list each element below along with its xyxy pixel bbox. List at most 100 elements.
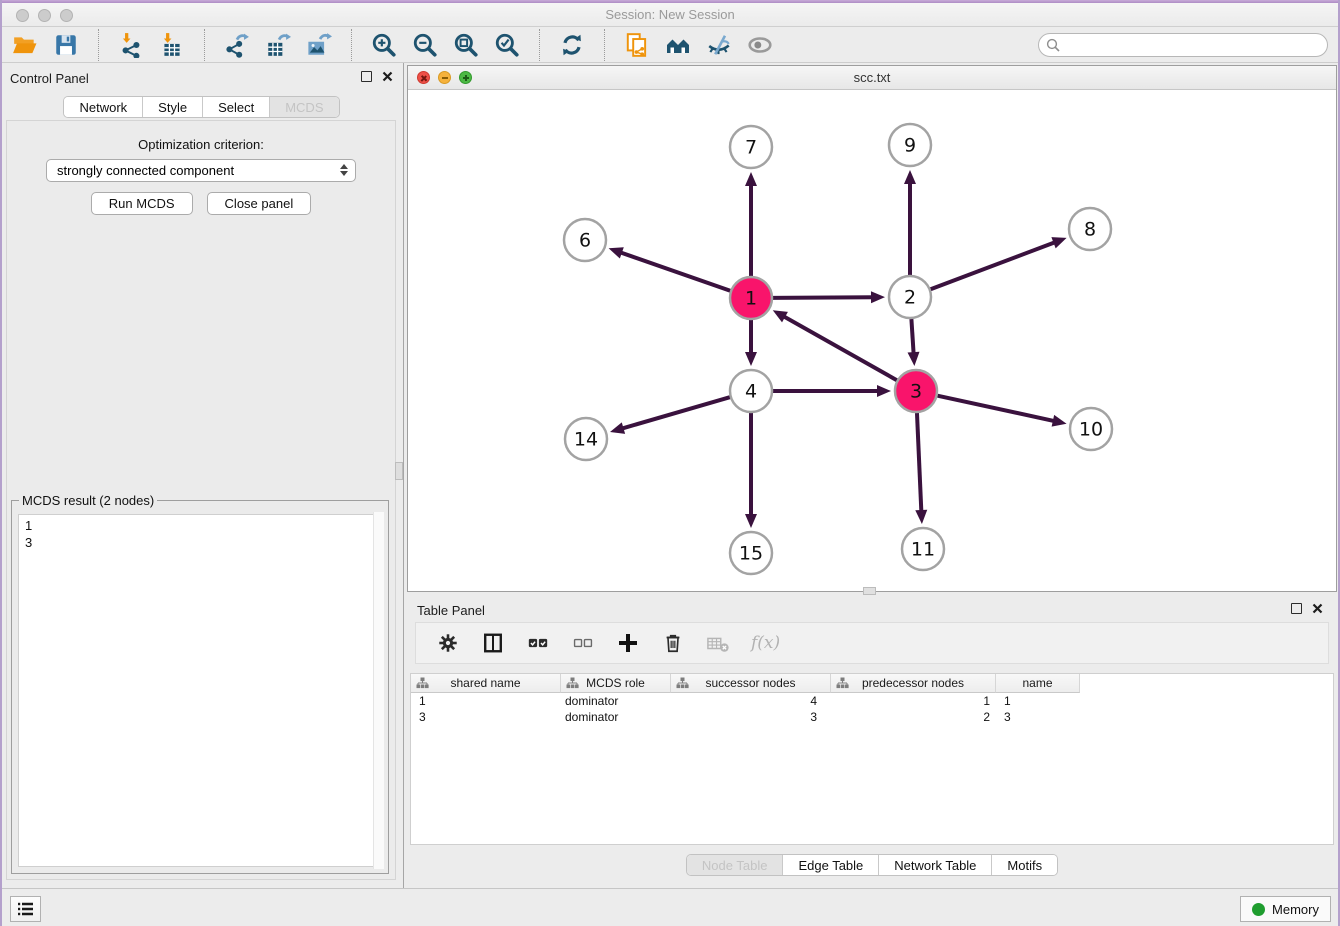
result-scrollbar[interactable]: [373, 512, 384, 869]
network-window-title: scc.txt: [408, 70, 1336, 85]
tab-network[interactable]: Network: [64, 97, 143, 117]
export-image-icon[interactable]: [306, 32, 332, 58]
save-session-icon[interactable]: [53, 32, 79, 58]
column-label: shared name: [450, 676, 520, 690]
toolbar-separator: [604, 29, 605, 61]
graph-edge-1-6[interactable]: [620, 252, 730, 291]
graph-edge-2-3[interactable]: [911, 319, 913, 354]
run-mcds-button[interactable]: Run MCDS: [91, 192, 193, 215]
tab-network-table[interactable]: Network Table: [879, 855, 992, 875]
import-table-icon[interactable]: [159, 32, 185, 58]
cell-mcds-role[interactable]: dominator: [561, 693, 671, 709]
add-column-icon[interactable]: [616, 631, 640, 655]
memory-button[interactable]: Memory: [1240, 896, 1331, 922]
graph-edge-arrowhead: [915, 510, 927, 524]
tab-node-table[interactable]: Node Table: [687, 855, 784, 875]
zoom-in-icon[interactable]: [371, 32, 397, 58]
graph-node-label: 7: [745, 137, 757, 159]
graph-edge-3-11[interactable]: [917, 413, 921, 512]
cell-shared-name[interactable]: 3: [411, 709, 561, 725]
cell-mcds-role[interactable]: dominator: [561, 709, 671, 725]
search-container: [1038, 33, 1328, 57]
graph-node-label: 2: [904, 287, 916, 309]
close-panel-icon[interactable]: [382, 71, 393, 82]
graph-edge-1-2[interactable]: [773, 297, 873, 298]
show-graphics-details-icon[interactable]: [747, 32, 773, 58]
close-panel-icon[interactable]: [1312, 603, 1323, 614]
duplicate-network-icon[interactable]: [624, 32, 650, 58]
cell-shared-name[interactable]: 1: [411, 693, 561, 709]
table-panel: Table Panel: [407, 595, 1337, 888]
graph-edge-arrowhead: [871, 291, 885, 303]
vertical-splitter-grip[interactable]: [395, 462, 403, 480]
delete-column-icon[interactable]: [661, 631, 685, 655]
graph-edge-arrowhead: [610, 422, 625, 434]
tab-mcds[interactable]: MCDS: [270, 97, 338, 117]
table-settings-gear-icon[interactable]: [436, 631, 460, 655]
criterion-dropdown[interactable]: strongly connected component: [46, 159, 356, 182]
export-network-icon[interactable]: [224, 32, 250, 58]
apply-layout-icon[interactable]: [559, 32, 585, 58]
close-panel-button[interactable]: Close panel: [207, 192, 312, 215]
show-columns-icon[interactable]: [481, 631, 505, 655]
tab-edge-table[interactable]: Edge Table: [783, 855, 879, 875]
select-all-icon[interactable]: [526, 631, 550, 655]
column-label: successor nodes: [705, 676, 795, 690]
graph-edge-4-14[interactable]: [622, 397, 730, 429]
float-panel-icon[interactable]: [361, 71, 372, 82]
export-table-icon[interactable]: [265, 32, 291, 58]
cell-predecessor-nodes[interactable]: 1: [831, 693, 996, 709]
node-table: shared name MCDS role successor nodes pr…: [410, 673, 1334, 845]
fit-content-icon[interactable]: [453, 32, 479, 58]
first-neighbors-icon[interactable]: [665, 32, 691, 58]
graph-edge-arrowhead: [908, 352, 920, 366]
network-window-titlebar: scc.txt: [408, 66, 1336, 90]
column-header-mcds-role[interactable]: MCDS role: [561, 674, 671, 693]
table-row[interactable]: 3 dominator 3 2 3: [411, 709, 1333, 725]
memory-label: Memory: [1272, 902, 1319, 917]
status-bar: Memory: [0, 888, 1340, 926]
graph-edge-3-1[interactable]: [783, 316, 897, 380]
cell-predecessor-nodes[interactable]: 2: [831, 709, 996, 725]
graph-node-label: 1: [745, 288, 757, 310]
table-row[interactable]: 1 dominator 4 1 1: [411, 693, 1333, 709]
hierarchy-icon: [836, 677, 849, 689]
import-network-icon[interactable]: [118, 32, 144, 58]
search-input[interactable]: [1038, 33, 1328, 57]
graph-node-label: 6: [579, 230, 591, 252]
column-header-predecessor-nodes[interactable]: predecessor nodes: [831, 674, 996, 693]
cell-successor-nodes[interactable]: 4: [671, 693, 831, 709]
graph-node-label: 14: [574, 429, 598, 451]
tab-motifs[interactable]: Motifs: [992, 855, 1057, 875]
column-label: predecessor nodes: [862, 676, 964, 690]
column-header-successor-nodes[interactable]: successor nodes: [671, 674, 831, 693]
task-history-button[interactable]: [10, 896, 41, 922]
graph-edge-3-10[interactable]: [937, 396, 1054, 421]
table-panel-header: Table Panel: [407, 595, 1337, 625]
column-header-shared-name[interactable]: shared name: [411, 674, 561, 693]
graph-node-label: 11: [911, 539, 935, 561]
cell-name[interactable]: 3: [996, 709, 1080, 725]
open-file-icon[interactable]: [12, 32, 38, 58]
cell-name[interactable]: 1: [996, 693, 1080, 709]
table-header-row: shared name MCDS role successor nodes pr…: [411, 674, 1333, 693]
graph-edge-arrowhead: [745, 172, 757, 186]
float-panel-icon[interactable]: [1291, 603, 1302, 614]
network-canvas[interactable]: 7968124314101511: [408, 90, 1336, 591]
zoom-selected-icon[interactable]: [494, 32, 520, 58]
graph-node-label: 15: [739, 543, 763, 565]
zoom-out-icon[interactable]: [412, 32, 438, 58]
network-view-window: scc.txt 7968124314101511: [407, 65, 1337, 592]
tab-select[interactable]: Select: [203, 97, 270, 117]
graph-edge-arrowhead: [904, 170, 916, 184]
cell-successor-nodes[interactable]: 3: [671, 709, 831, 725]
tab-style[interactable]: Style: [143, 97, 203, 117]
mcds-result-text[interactable]: 1 3: [18, 514, 382, 867]
graph-edge-2-8[interactable]: [931, 242, 1056, 289]
deselect-all-icon[interactable]: [571, 631, 595, 655]
horizontal-splitter-grip[interactable]: [863, 587, 876, 595]
graph-node-label: 10: [1079, 419, 1103, 441]
network-graph: 7968124314101511: [408, 90, 1336, 591]
hide-graphics-details-icon[interactable]: [706, 32, 732, 58]
column-header-name[interactable]: name: [996, 674, 1080, 693]
